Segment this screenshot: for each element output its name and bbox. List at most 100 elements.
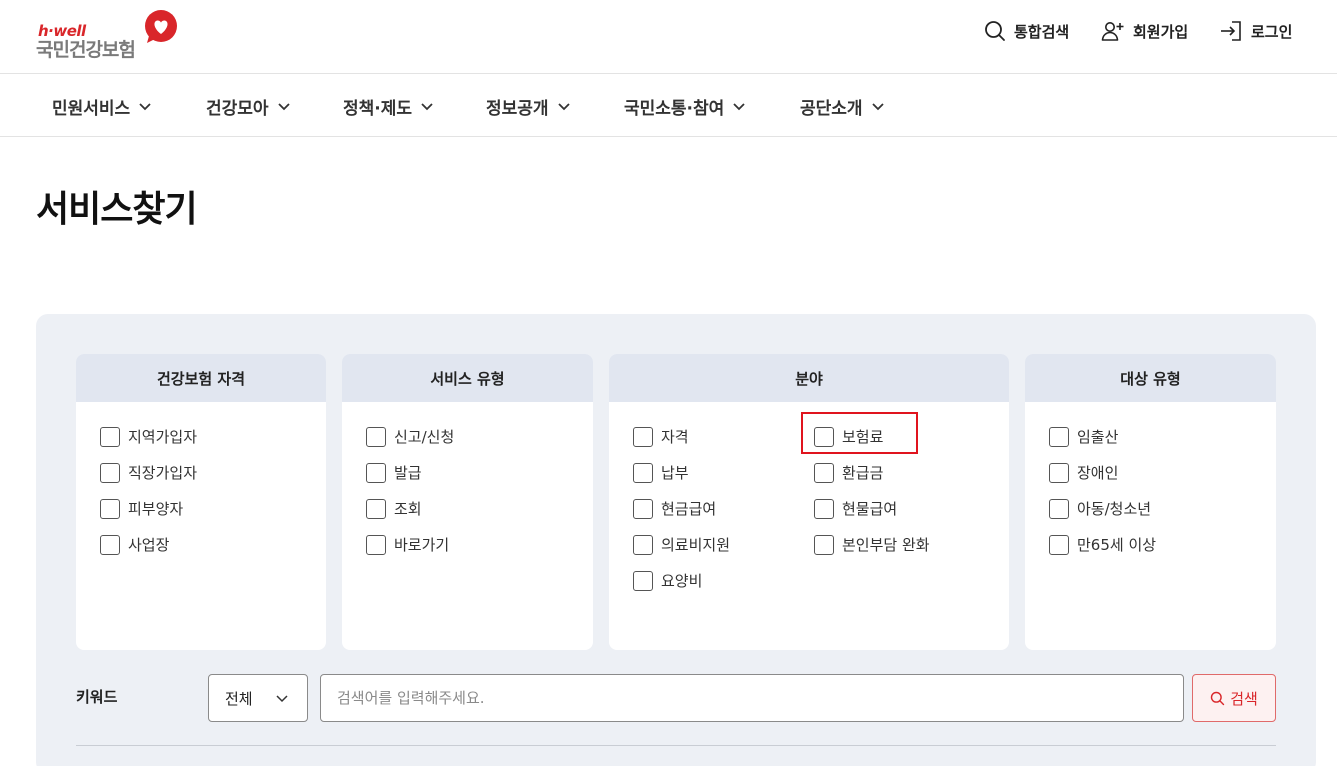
divider bbox=[76, 745, 1276, 746]
filter-card-title: 분야 bbox=[609, 354, 1009, 402]
checkbox-qualification-regional[interactable]: 지역가입자 bbox=[100, 426, 197, 447]
checkbox-service-issue[interactable]: 발급 bbox=[366, 462, 422, 483]
keyword-search-input[interactable] bbox=[320, 674, 1184, 722]
checkbox-box[interactable] bbox=[1049, 498, 1069, 519]
highlight-box bbox=[801, 412, 918, 454]
checkbox-box[interactable] bbox=[633, 498, 653, 519]
keyword-scope-value: 전체 bbox=[225, 689, 253, 708]
nav-item-policy[interactable]: 정책·제도 bbox=[343, 94, 434, 119]
nav-item-civil-service[interactable]: 민원서비스 bbox=[52, 94, 152, 119]
checkbox-target-senior[interactable]: 만65세 이상 bbox=[1049, 534, 1156, 555]
checkbox-label: 지역가입자 bbox=[128, 428, 198, 446]
checkbox-target-disabled[interactable]: 장애인 bbox=[1049, 462, 1118, 483]
checkbox-qualification-workplace[interactable]: 사업장 bbox=[100, 534, 169, 555]
checkbox-field-medical-support[interactable]: 의료비지원 bbox=[633, 534, 730, 555]
nav-item-label: 국민소통·참여 bbox=[624, 99, 725, 119]
integrated-search-link[interactable]: 통합검색 bbox=[984, 18, 1069, 44]
search-button-label: 검색 bbox=[1230, 689, 1258, 708]
checkbox-label: 직장가입자 bbox=[128, 464, 198, 482]
checkbox-box[interactable] bbox=[633, 570, 653, 591]
checkbox-box[interactable] bbox=[1049, 534, 1069, 555]
checkbox-field-in-kind-benefit[interactable]: 현물급여 bbox=[814, 498, 897, 519]
checkbox-service-report[interactable]: 신고/신청 bbox=[366, 426, 454, 447]
checkbox-label: 본인부담 완화 bbox=[842, 536, 930, 554]
checkbox-box[interactable] bbox=[100, 498, 120, 519]
chevron-down-icon bbox=[557, 102, 570, 110]
checkbox-field-refund[interactable]: 환급금 bbox=[814, 462, 883, 483]
checkbox-service-inquiry[interactable]: 조회 bbox=[366, 498, 422, 519]
nav-item-health-collection[interactable]: 건강모아 bbox=[206, 94, 291, 119]
login-link[interactable]: 로그인 bbox=[1219, 18, 1292, 44]
checkbox-box[interactable] bbox=[100, 462, 120, 483]
checkbox-field-cash-benefit[interactable]: 현금급여 bbox=[633, 498, 716, 519]
checkbox-target-pregnancy[interactable]: 임출산 bbox=[1049, 426, 1118, 447]
keyword-search-button[interactable]: 검색 bbox=[1192, 674, 1276, 722]
checkbox-box[interactable] bbox=[366, 498, 386, 519]
checkbox-label: 조회 bbox=[394, 500, 422, 518]
chevron-down-icon bbox=[733, 102, 745, 110]
checkbox-label: 장애인 bbox=[1077, 464, 1119, 482]
nav-item-label: 민원서비스 bbox=[52, 99, 131, 119]
nav-item-about[interactable]: 공단소개 bbox=[800, 94, 885, 119]
signup-link-label: 회원가입 bbox=[1133, 22, 1189, 41]
checkbox-label: 아동/청소년 bbox=[1077, 500, 1152, 518]
checkbox-box[interactable] bbox=[814, 534, 834, 555]
checkbox-box[interactable] bbox=[1049, 462, 1069, 483]
checkbox-label: 환급금 bbox=[842, 464, 884, 482]
checkbox-box[interactable] bbox=[1049, 426, 1069, 447]
checkbox-box[interactable] bbox=[366, 534, 386, 555]
checkbox-label: 만65세 이상 bbox=[1077, 536, 1157, 554]
login-icon bbox=[1221, 21, 1241, 41]
nav-item-label: 정보공개 bbox=[486, 99, 549, 119]
checkbox-label: 납부 bbox=[661, 464, 689, 482]
checkbox-label: 현물급여 bbox=[842, 500, 898, 518]
checkbox-box[interactable] bbox=[633, 462, 653, 483]
logo-name: 국민건강보험 bbox=[36, 39, 136, 61]
checkbox-label: 바로가기 bbox=[394, 536, 450, 554]
checkbox-box[interactable] bbox=[366, 426, 386, 447]
checkbox-label: 신고/신청 bbox=[394, 428, 455, 446]
checkbox-box[interactable] bbox=[366, 462, 386, 483]
chevron-down-icon bbox=[139, 102, 151, 110]
chevron-down-icon bbox=[871, 102, 884, 110]
keyword-label: 키워드 bbox=[76, 688, 118, 706]
nav-item-information-disclosure[interactable]: 정보공개 bbox=[486, 94, 571, 119]
filter-card-title: 건강보험 자격 bbox=[76, 354, 326, 402]
checkbox-qualification-dependent[interactable]: 피부양자 bbox=[100, 498, 183, 519]
keyword-scope-select[interactable]: 전체 bbox=[208, 674, 308, 722]
search-icon bbox=[1210, 691, 1225, 705]
checkbox-label: 발급 bbox=[394, 464, 422, 482]
nav-item-label: 공단소개 bbox=[800, 99, 863, 119]
main-navigation: 민원서비스 건강모아 정책·제도 정보공개 국민소통·참여 공단소개 bbox=[0, 74, 1337, 137]
checkbox-qualification-employee[interactable]: 직장가입자 bbox=[100, 462, 197, 483]
checkbox-label: 현금급여 bbox=[661, 500, 717, 518]
checkbox-label: 사업장 bbox=[128, 536, 170, 554]
search-icon bbox=[985, 21, 1005, 41]
checkbox-box[interactable] bbox=[633, 426, 653, 447]
checkbox-label: 피부양자 bbox=[128, 500, 184, 518]
checkbox-service-shortcut[interactable]: 바로가기 bbox=[366, 534, 449, 555]
checkbox-label: 임출산 bbox=[1077, 428, 1119, 446]
checkbox-box[interactable] bbox=[100, 534, 120, 555]
checkbox-target-youth[interactable]: 아동/청소년 bbox=[1049, 498, 1151, 519]
checkbox-box[interactable] bbox=[100, 426, 120, 447]
page-title: 서비스찾기 bbox=[36, 189, 198, 230]
site-logo[interactable]: h·well 국민건강보험 bbox=[36, 10, 186, 62]
nav-item-communication[interactable]: 국민소통·참여 bbox=[624, 94, 746, 119]
filter-card-title: 서비스 유형 bbox=[342, 354, 593, 402]
checkbox-label: 자격 bbox=[661, 428, 689, 446]
checkbox-field-payment[interactable]: 납부 bbox=[633, 462, 689, 483]
checkbox-box[interactable] bbox=[814, 462, 834, 483]
checkbox-field-copay-relief[interactable]: 본인부담 완화 bbox=[814, 534, 930, 555]
login-link-label: 로그인 bbox=[1251, 22, 1293, 41]
checkbox-field-care-cost[interactable]: 요양비 bbox=[633, 570, 702, 591]
heart-icon bbox=[145, 10, 177, 43]
checkbox-field-qualification[interactable]: 자격 bbox=[633, 426, 689, 447]
search-link-label: 통합검색 bbox=[1014, 22, 1070, 41]
checkbox-label: 요양비 bbox=[661, 572, 703, 590]
checkbox-box[interactable] bbox=[633, 534, 653, 555]
add-user-icon bbox=[1101, 22, 1124, 41]
checkbox-box[interactable] bbox=[814, 498, 834, 519]
signup-link[interactable]: 회원가입 bbox=[1101, 18, 1188, 44]
nav-item-label: 건강모아 bbox=[206, 99, 269, 119]
